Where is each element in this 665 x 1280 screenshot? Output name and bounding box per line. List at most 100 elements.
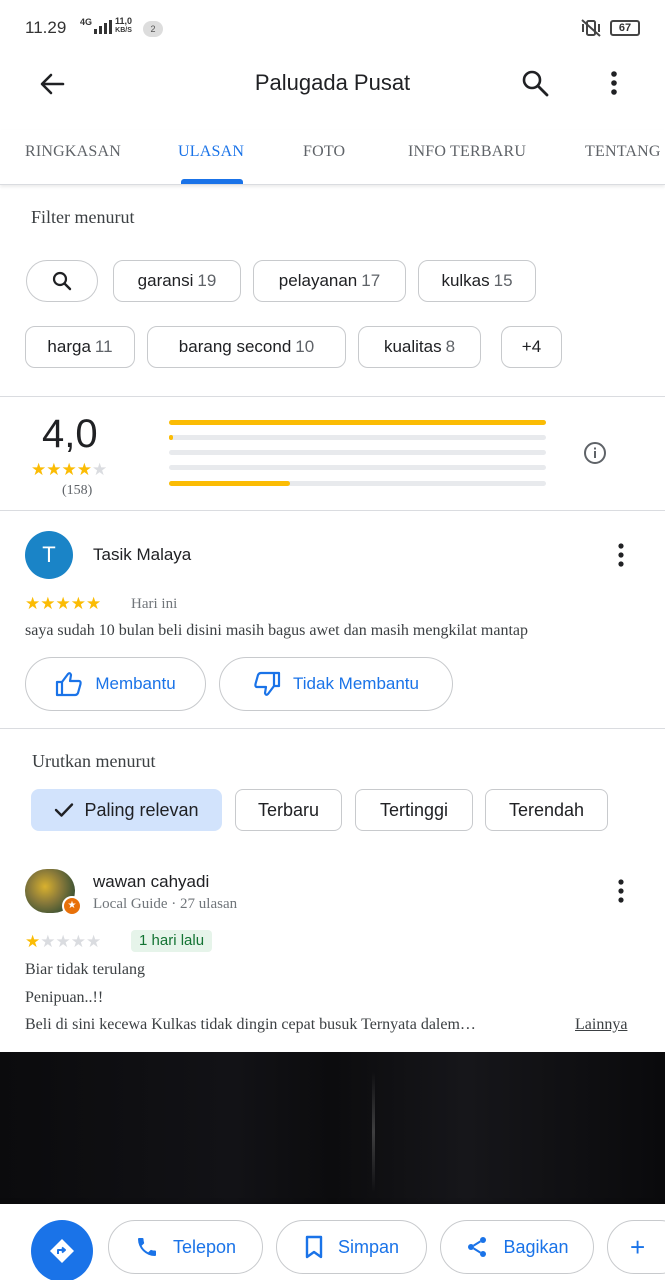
sort-chip-label: Terendah — [508, 799, 585, 820]
review-text-line: Penipuan..!! — [25, 989, 104, 1006]
avatar[interactable]: T — [25, 531, 73, 579]
star-icon: ★ — [31, 460, 47, 479]
sort-chip-label: Terbaru — [257, 799, 320, 820]
share-button[interactable]: Bagikan — [440, 1220, 594, 1274]
review-more-button[interactable] — [611, 541, 631, 569]
review-text-line: Beli di sini kecewa Kulkas tidak dingin … — [25, 1016, 476, 1033]
reviewer-meta: Local Guide · 27 ulasan — [93, 896, 238, 912]
more-vert-icon — [611, 71, 617, 95]
search-button[interactable] — [520, 68, 556, 100]
star-icon: ★ — [25, 594, 41, 613]
rating-bar-4 — [169, 435, 546, 440]
active-tab-indicator — [181, 179, 243, 184]
thumb-up-icon — [56, 672, 83, 697]
rating-bar-fill — [169, 481, 290, 486]
more-options-button[interactable] — [600, 68, 628, 100]
directions-button[interactable] — [31, 1220, 93, 1280]
tab-ringkasan[interactable]: RINGKASAN — [25, 143, 121, 161]
helpful-button[interactable]: Membantu — [25, 657, 206, 711]
chip-count: 17 — [361, 271, 381, 290]
review-more-button[interactable] — [611, 877, 631, 905]
bookmark-icon — [305, 1235, 323, 1259]
chip-count: 11 — [94, 337, 113, 356]
divider — [0, 510, 665, 511]
divider — [0, 728, 665, 729]
status-bar: 11.29 4G 11,0 KB/S 2 67 — [0, 0, 665, 56]
helpful-label: Membantu — [95, 674, 176, 693]
chip-label: kualitas — [383, 337, 442, 356]
more-vert-icon — [618, 879, 624, 903]
reviewer-name[interactable]: Tasik Malaya — [93, 545, 191, 565]
star-icon: ★ — [76, 460, 92, 479]
rating-info-button[interactable] — [583, 441, 607, 465]
chip-count: 15 — [493, 271, 513, 290]
chip-label: harga — [47, 337, 91, 356]
speed-value: 11,0 — [115, 16, 133, 26]
page-title: Palugada Pusat — [254, 70, 411, 95]
filter-chip-harga[interactable]: harga 11 — [25, 326, 135, 368]
sort-label: Urutkan menurut — [32, 751, 156, 771]
tab-foto[interactable]: FOTO — [303, 143, 345, 161]
review-count: (158) — [62, 483, 93, 498]
review-stars: ★ ★ ★ ★ ★ — [25, 595, 101, 613]
rating-bar-1 — [169, 481, 546, 486]
check-icon — [55, 803, 74, 817]
review-text: saya sudah 10 bulan beli disini masih ba… — [25, 622, 529, 639]
filter-chip-barang-second[interactable]: barang second 10 — [147, 326, 346, 368]
directions-icon — [50, 1239, 74, 1263]
filter-chip-kulkas[interactable]: kulkas 15 — [418, 260, 536, 302]
rating-bar-5 — [169, 420, 546, 425]
star-icon: ★ — [40, 932, 56, 951]
save-button[interactable]: Simpan — [276, 1220, 427, 1274]
chip-label: pelayanan — [278, 271, 358, 290]
add-button[interactable]: + — [607, 1220, 665, 1274]
notification-count: 2 — [143, 21, 163, 37]
tab-ulasan[interactable]: ULASAN — [178, 143, 244, 161]
not-helpful-label: Tidak Membantu — [293, 674, 419, 693]
star-icon: ★ — [55, 932, 71, 951]
star-icon: ★ — [70, 594, 86, 613]
tab-bar: RINGKASAN ULASAN FOTO INFO TERBARU TENTA… — [0, 130, 665, 185]
chip-count: 8 — [445, 337, 456, 356]
sort-chip-label: Tertinggi — [379, 799, 449, 820]
star-icon: ★ — [46, 460, 62, 479]
network-type: 4G — [80, 17, 93, 27]
chip-count: 10 — [295, 337, 315, 356]
speed-unit: KB/S — [115, 27, 132, 34]
star-icon: ★ — [70, 932, 86, 951]
rating-bar-fill — [169, 420, 546, 425]
rating-bar-2 — [169, 465, 546, 470]
action-bar: Telepon Simpan Bagikan + — [0, 1204, 665, 1280]
chip-label: garansi — [137, 271, 194, 290]
review-date: Hari ini — [131, 596, 178, 612]
filter-chip-more[interactable]: +4 — [501, 326, 562, 368]
filter-search-chip[interactable] — [26, 260, 98, 302]
status-time: 11.29 — [25, 18, 67, 37]
filter-chip-kualitas[interactable]: kualitas 8 — [358, 326, 481, 368]
sort-chip-highest[interactable]: Tertinggi — [355, 789, 473, 831]
chip-label: kulkas — [441, 271, 490, 290]
filter-chip-pelayanan[interactable]: pelayanan 17 — [253, 260, 406, 302]
not-helpful-button[interactable]: Tidak Membantu — [219, 657, 453, 711]
rating-bar-3 — [169, 450, 546, 455]
review-text-line: Biar tidak terulang — [25, 961, 145, 978]
review-stars: ★ ★ ★ ★ ★ — [25, 933, 101, 951]
star-icon: ★ — [61, 460, 77, 479]
add-icon: + — [630, 1231, 646, 1262]
tab-info-terbaru[interactable]: INFO TERBARU — [408, 143, 526, 161]
reviewer-name[interactable]: wawan cahyadi — [93, 872, 209, 892]
thumb-down-icon — [254, 671, 281, 696]
star-icon: ★ — [25, 932, 41, 951]
sort-chip-relevant[interactable]: Paling relevan — [31, 789, 222, 831]
call-button[interactable]: Telepon — [108, 1220, 263, 1274]
sort-chip-newest[interactable]: Terbaru — [235, 789, 342, 831]
signal-icon — [94, 20, 112, 34]
sort-chip-lowest[interactable]: Terendah — [485, 789, 608, 831]
filter-chip-garansi[interactable]: garansi 19 — [113, 260, 241, 302]
star-icon: ★ — [40, 594, 56, 613]
review-photo[interactable] — [0, 1052, 665, 1204]
info-icon — [584, 442, 606, 464]
read-more-link[interactable]: Lainnya — [575, 1016, 627, 1034]
star-icon: ★ — [55, 594, 71, 613]
tab-tentang[interactable]: TENTANG — [585, 143, 661, 161]
